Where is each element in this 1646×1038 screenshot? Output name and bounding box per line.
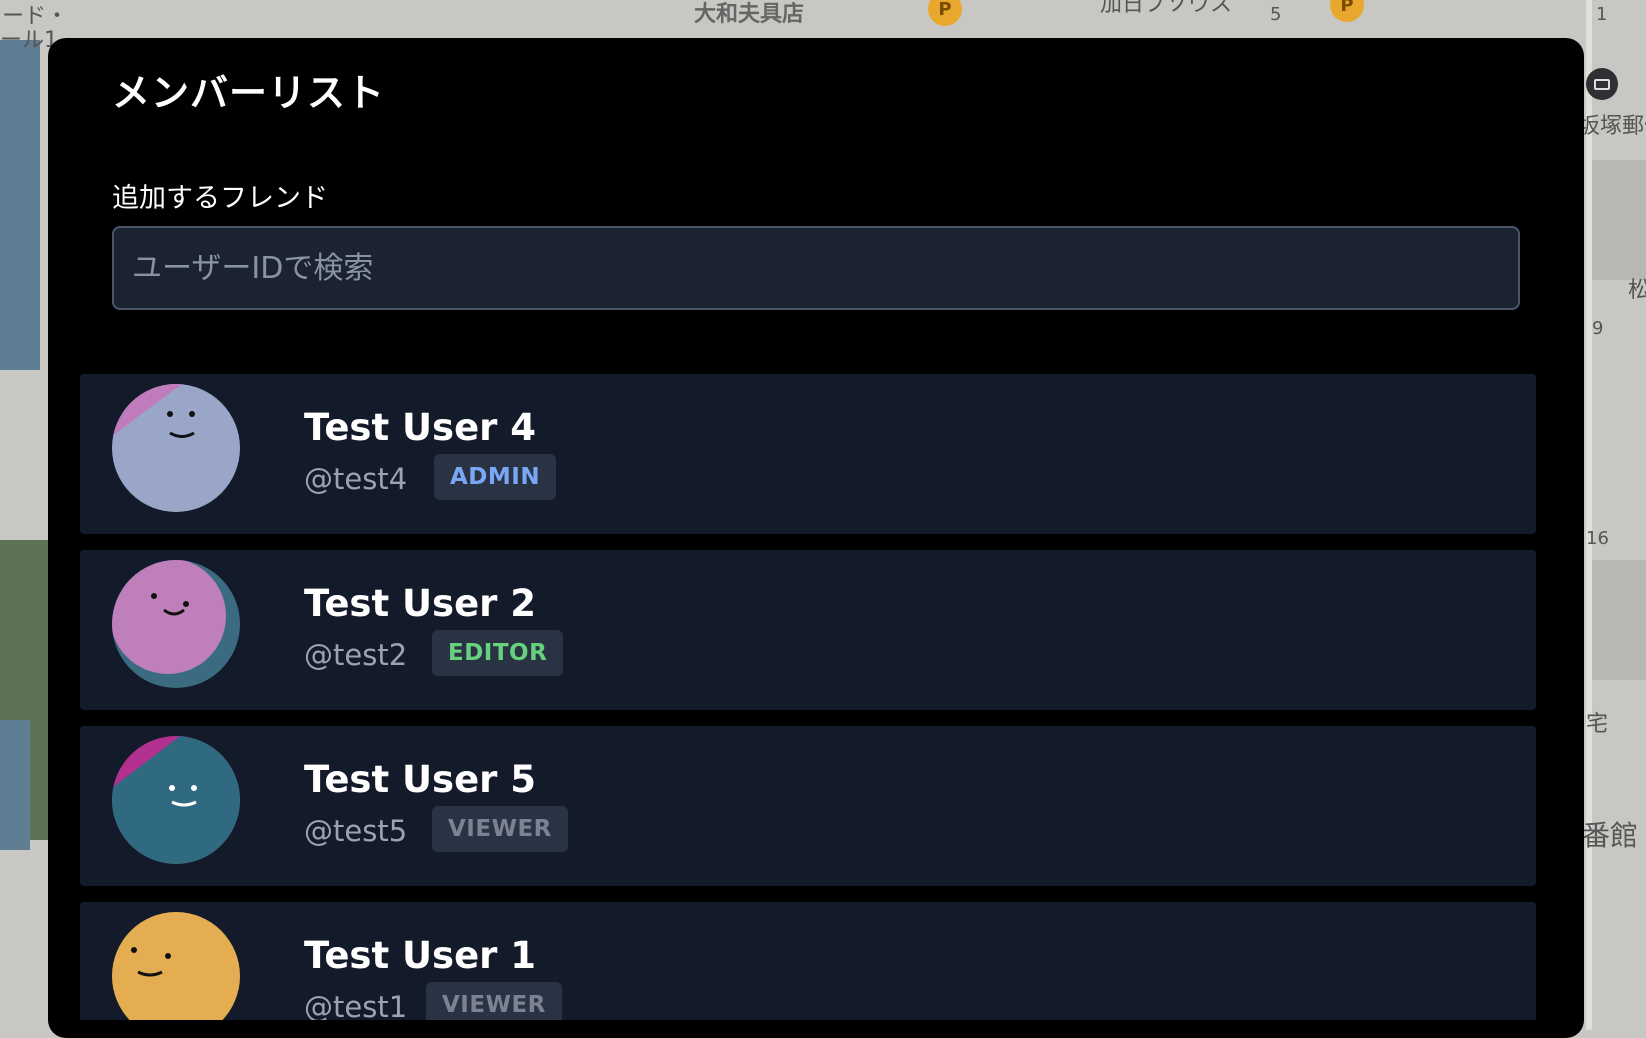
member-row[interactable]: Test User 1 @test1 VIEWER [80,902,1536,1020]
avatar [112,560,240,688]
member-name: Test User 1 [304,934,537,977]
member-handle: @test1 [304,990,408,1020]
role-badge: VIEWER [432,806,568,852]
member-handle: @test2 [304,638,408,672]
member-row[interactable]: Test User 4 @test4 ADMIN [80,374,1536,534]
role-badge: ADMIN [434,454,557,500]
map-label: 番館 [1582,819,1639,852]
modal-title: メンバーリスト [112,71,386,115]
member-row[interactable]: Test User 5 @test5 VIEWER [80,726,1536,886]
map-label: 松 [1628,278,1646,303]
member-row[interactable]: Test User 2 @test2 EDITOR [80,550,1536,710]
mail-icon[interactable] [1586,68,1618,100]
avatar [112,912,240,1020]
member-list[interactable]: Test User 4 @test4 ADMIN Test User 2 @te… [80,374,1536,1020]
member-handle: @test4 [304,462,408,496]
avatar [112,736,240,864]
map-label: 5 [1270,4,1282,25]
map-label: 1 [1596,4,1608,25]
map-label: 宅 [1586,712,1609,737]
map-water [0,40,40,370]
member-name: Test User 2 [304,582,537,625]
user-id-search-input[interactable] [112,226,1520,310]
role-badge: VIEWER [426,982,562,1020]
avatar [112,384,240,512]
parking-icon[interactable]: P [1330,0,1364,22]
map-label: 大和夫具店 [694,2,805,27]
map-label: 9 [1592,318,1604,339]
member-name: Test User 4 [304,406,537,449]
map-road [1586,0,1592,1030]
member-handle: @test5 [304,814,408,848]
map-label: 坂塚郵便 [1578,114,1646,139]
map-block [1590,160,1646,280]
map-label: 16 [1586,528,1609,549]
friend-field-label: 追加するフレンド [112,183,328,214]
map-label: 加日ブソウス [1100,0,1233,17]
member-name: Test User 5 [304,758,537,801]
map-block [1590,560,1646,680]
role-badge: EDITOR [432,630,564,676]
parking-icon[interactable]: P [928,0,962,26]
member-list-modal: メンバーリスト 追加するフレンド Test User 4 @test4 ADMI… [48,38,1584,1038]
map-water [0,720,30,850]
